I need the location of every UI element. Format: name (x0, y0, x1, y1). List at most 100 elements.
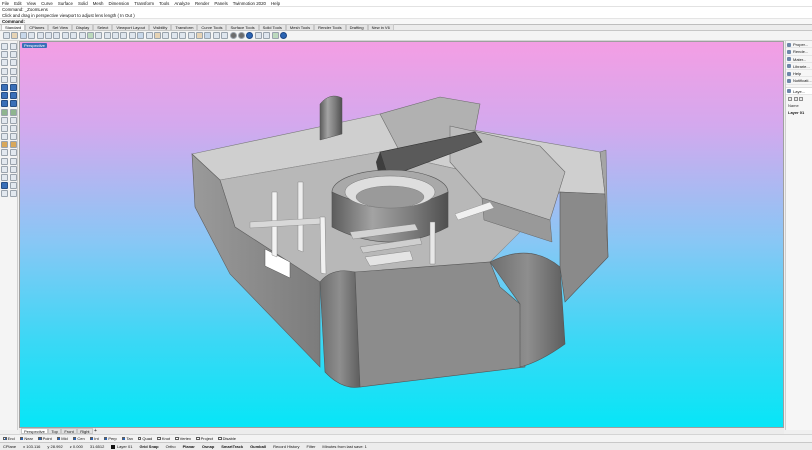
analyze-dir-icon[interactable] (1, 190, 8, 198)
toggle-filter[interactable]: Filter (307, 444, 316, 449)
toggle-record-history[interactable]: Record History (273, 444, 299, 449)
osnap-perp[interactable]: Perp (103, 436, 117, 441)
toggle-osnap[interactable]: Osnap (202, 444, 214, 449)
viewport-tab-right[interactable]: Right (77, 428, 93, 434)
loft-icon[interactable] (1, 92, 8, 100)
boolean-union-icon[interactable] (10, 108, 17, 116)
toggle-gumball[interactable]: Gumball (250, 444, 266, 449)
show-icon[interactable] (170, 32, 178, 39)
cut-icon[interactable] (44, 32, 52, 39)
toggle-smarttrack[interactable]: SmartTrack (221, 444, 243, 449)
menu-help[interactable]: Help (271, 1, 280, 6)
print-icon[interactable] (28, 32, 36, 39)
osnap-vertex[interactable]: Vertex (175, 436, 191, 441)
shaded-sphere-icon[interactable] (237, 32, 245, 39)
line-icon[interactable] (1, 51, 8, 59)
cplane-icon[interactable] (145, 32, 153, 39)
viewport-4-icon[interactable] (137, 32, 145, 39)
menu-analyze[interactable]: Analyze (174, 1, 190, 6)
osnap-quad[interactable]: Quad (137, 436, 152, 441)
help-icon[interactable] (279, 32, 287, 39)
zoom-extents-icon[interactable] (120, 32, 128, 39)
zoom-selected-icon[interactable] (128, 32, 136, 39)
arc-icon[interactable] (1, 67, 8, 75)
copy-object-icon[interactable] (10, 141, 17, 149)
wireframe-sphere-icon[interactable] (229, 32, 237, 39)
tab-set-view[interactable]: Set View (48, 24, 73, 30)
menu-twinmotion[interactable]: Twinmotion 2020 (233, 1, 266, 6)
surface-icon[interactable] (1, 83, 8, 91)
tab-cplanes[interactable]: CPlanes (25, 24, 49, 30)
transform-icon[interactable] (10, 182, 17, 190)
zoom-window-icon[interactable] (112, 32, 120, 39)
panel-tab-layers[interactable]: Laye... (786, 87, 812, 96)
tab-select[interactable]: Select (93, 24, 113, 30)
match-properties-icon[interactable] (212, 32, 220, 39)
perspective-viewport[interactable]: Perspective (19, 41, 784, 428)
join-icon[interactable] (1, 124, 8, 132)
osnap-cen[interactable]: Cen (72, 436, 85, 441)
osnap-mid[interactable]: Mid (56, 436, 68, 441)
menu-render[interactable]: Render (195, 1, 209, 6)
select-all-icon[interactable] (154, 32, 162, 39)
undo-icon[interactable] (70, 32, 78, 39)
menu-view[interactable]: View (27, 1, 36, 6)
menu-surface[interactable]: Surface (58, 1, 73, 6)
mirror-icon[interactable] (1, 157, 8, 165)
properties-icon[interactable] (204, 32, 212, 39)
tab-standard[interactable]: Standard (1, 24, 26, 30)
tab-display[interactable]: Display (72, 24, 94, 30)
osnap-end[interactable]: End (3, 436, 15, 441)
menu-file[interactable]: File (2, 1, 9, 6)
menu-mesh[interactable]: Mesh (93, 1, 104, 6)
delete-layer-icon[interactable] (793, 96, 798, 101)
point-icon[interactable] (10, 43, 17, 50)
copy-icon[interactable] (53, 32, 61, 39)
menu-tools[interactable]: Tools (159, 1, 169, 6)
panel-tab-help[interactable]: Help (786, 70, 812, 78)
tab-viewport-layout[interactable]: Viewport Layout (112, 24, 149, 30)
save-icon[interactable] (19, 32, 27, 39)
filter-layer-icon[interactable] (799, 96, 803, 101)
extrude-icon[interactable] (10, 83, 17, 91)
pan-icon[interactable] (86, 32, 94, 39)
analyze-icon[interactable] (221, 32, 229, 39)
menu-dimension[interactable]: Dimension (108, 1, 129, 6)
polyline-icon[interactable] (10, 51, 17, 59)
render-icon[interactable] (254, 32, 262, 39)
viewport-tab-perspective[interactable]: Perspective (21, 428, 48, 434)
osnap-int[interactable]: Int (89, 436, 99, 441)
gumball-icon[interactable] (1, 182, 8, 190)
status-layer[interactable]: Layer 01 (111, 444, 132, 449)
tab-new-in-v6[interactable]: New in V6 (367, 24, 394, 30)
layer-row-current[interactable]: Layer 01 (786, 109, 812, 116)
osnap-tan[interactable]: Tan (121, 436, 133, 441)
toggle-planar[interactable]: Planar (183, 444, 195, 449)
lock-icon[interactable] (179, 32, 187, 39)
rotate-icon[interactable] (1, 149, 8, 157)
split-icon[interactable] (10, 133, 17, 141)
panel-tab-properties[interactable]: Proper... (786, 41, 812, 49)
menu-curve[interactable]: Curve (41, 1, 53, 6)
tab-solid-tools[interactable]: Solid Tools (258, 24, 286, 30)
mesh-icon[interactable] (1, 108, 8, 116)
paste-icon[interactable] (61, 32, 69, 39)
curve-icon[interactable] (1, 59, 8, 67)
box-icon[interactable] (1, 100, 8, 108)
hatch-icon[interactable] (1, 174, 8, 181)
toggle-grid-snap[interactable]: Grid Snap (139, 444, 158, 449)
osnap-project[interactable]: Project (195, 436, 213, 441)
tab-surface-tools[interactable]: Surface Tools (226, 24, 259, 30)
menu-solid[interactable]: Solid (78, 1, 88, 6)
rotate-view-icon[interactable] (95, 32, 103, 39)
tab-render-tools[interactable]: Render Tools (314, 24, 346, 30)
move-icon[interactable] (1, 141, 8, 149)
tab-visibility[interactable]: Visibility (148, 24, 172, 30)
polygon-icon[interactable] (10, 75, 17, 83)
circle-icon[interactable] (10, 59, 17, 67)
chamfer-icon[interactable] (10, 116, 17, 124)
layer-icon[interactable] (195, 32, 203, 39)
tab-drafting[interactable]: Drafting (345, 24, 368, 30)
osnap-near[interactable]: Near (19, 436, 33, 441)
tab-curve-tools[interactable]: Curve Tools (197, 24, 227, 30)
